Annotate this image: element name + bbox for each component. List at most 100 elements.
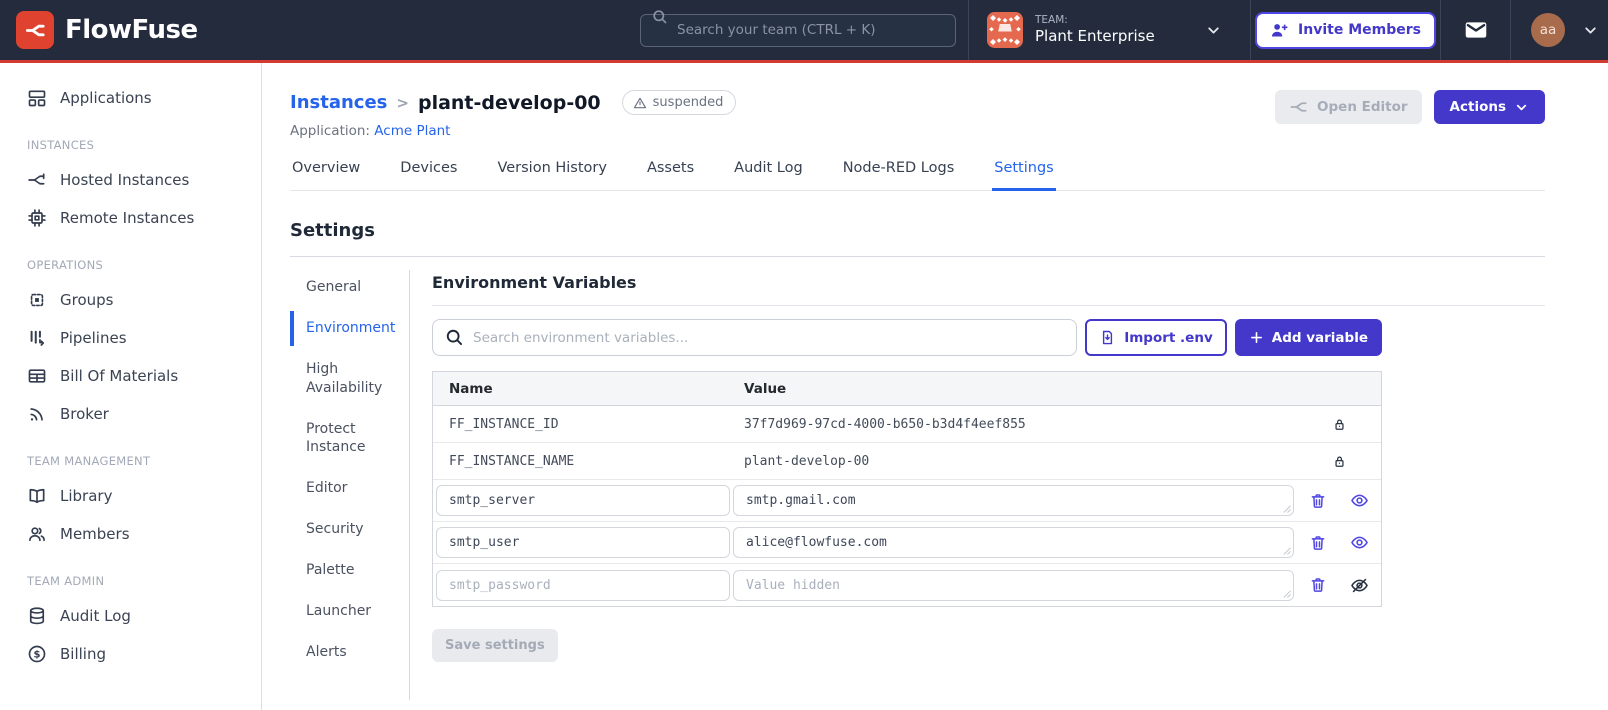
table-row: FF_INSTANCE_ID 37f7d969-97cd-4000-b650-b… — [433, 406, 1381, 443]
sidebar-section-instances: INSTANCES — [27, 138, 95, 152]
table-row: FF_INSTANCE_NAME plant-develop-00 — [433, 443, 1381, 480]
settings-nav-palette[interactable]: Palette — [290, 553, 409, 588]
user-plus-icon — [1270, 21, 1289, 40]
chevron-down-icon — [1514, 100, 1529, 115]
sidebar-item-label: Groups — [60, 291, 114, 309]
open-editor-button[interactable]: Open Editor — [1275, 90, 1422, 124]
settings-nav-security[interactable]: Security — [290, 512, 409, 547]
sidebar-item-pipelines[interactable]: Pipelines — [0, 319, 261, 357]
invite-members-label: Invite Members — [1298, 22, 1421, 38]
env-name-input[interactable] — [436, 569, 730, 601]
save-settings-button[interactable]: Save settings — [432, 629, 558, 662]
sidebar-item-hosted-instances[interactable]: Hosted Instances — [0, 161, 261, 199]
instance-title-block: Instances > plant-develop-00 suspended A… — [290, 90, 737, 139]
sidebar-item-billing[interactable]: $ Billing — [0, 635, 261, 673]
brand[interactable]: FlowFuse — [0, 0, 214, 60]
top-navbar: FlowFuse TEAM: Plant Enterp — [0, 0, 1608, 63]
team-text: TEAM: Plant Enterprise — [1035, 14, 1155, 46]
show-value-button[interactable] — [1350, 533, 1369, 552]
sidebar-item-broker[interactable]: Broker — [0, 395, 261, 433]
invite-members-button[interactable]: Invite Members — [1255, 11, 1436, 49]
env-search-input[interactable] — [432, 319, 1078, 356]
delete-variable-button[interactable] — [1309, 576, 1327, 594]
settings-body: General Environment High Availability Pr… — [290, 270, 1545, 700]
team-search-input[interactable] — [640, 13, 956, 47]
mail-icon — [1463, 17, 1489, 43]
search-icon — [444, 327, 464, 347]
table-row — [433, 522, 1381, 564]
sidebar-item-members[interactable]: Members — [0, 515, 261, 553]
settings-nav-environment[interactable]: Environment — [290, 310, 409, 346]
env-value-input[interactable] — [733, 527, 1294, 558]
status-badge: suspended — [621, 90, 737, 115]
sidebar-item-bill-of-materials[interactable]: Bill Of Materials — [0, 357, 261, 395]
page-title: plant-develop-00 — [417, 91, 601, 114]
eye-icon — [1350, 491, 1369, 510]
sidebar-item-remote-instances[interactable]: Remote Instances — [0, 199, 261, 237]
trash-icon — [1309, 492, 1327, 510]
env-name: FF_INSTANCE_ID — [449, 416, 559, 432]
add-variable-button[interactable]: Add variable — [1234, 319, 1382, 356]
applications-icon — [27, 88, 47, 108]
delete-variable-button[interactable] — [1309, 492, 1327, 510]
env-value-input[interactable] — [733, 485, 1294, 516]
settings-divider — [290, 256, 1545, 257]
instance-tabs: Overview Devices Version History Assets … — [290, 160, 1545, 191]
column-header-name: Name — [449, 380, 493, 397]
tab-overview[interactable]: Overview — [290, 160, 362, 190]
warning-triangle-icon — [633, 96, 647, 110]
sidebar-item-audit-log[interactable]: Audit Log — [0, 597, 261, 635]
navbar-spacer — [214, 0, 640, 60]
status-badge-label: suspended — [652, 95, 724, 110]
open-editor-label: Open Editor — [1317, 99, 1408, 115]
sidebar-item-label: Library — [60, 487, 113, 505]
env-name-input[interactable] — [436, 485, 730, 516]
settings-nav-alerts[interactable]: Alerts — [290, 635, 409, 670]
avatar: aa — [1531, 13, 1565, 47]
column-header-value: Value — [744, 380, 787, 397]
sidebar-item-label: Remote Instances — [60, 209, 195, 227]
team-selector[interactable]: TEAM: Plant Enterprise — [968, 0, 1250, 60]
hide-value-button[interactable] — [1350, 576, 1369, 595]
settings-nav-protect-instance[interactable]: Protect Instance — [290, 412, 409, 466]
sidebar-item-label: Hosted Instances — [60, 171, 190, 189]
application-line: Application: Acme Plant — [290, 123, 736, 139]
sidebar-item-library[interactable]: Library — [0, 477, 261, 515]
application-link[interactable]: Acme Plant — [374, 123, 450, 139]
sidebar-section-operations: OPERATIONS — [27, 258, 104, 272]
import-env-label: Import .env — [1124, 329, 1213, 346]
svg-text:$: $ — [34, 650, 41, 661]
tab-node-red-logs[interactable]: Node-RED Logs — [841, 160, 957, 190]
user-menu[interactable]: aa — [1510, 0, 1608, 60]
delete-variable-button[interactable] — [1309, 534, 1327, 552]
team-name: Plant Enterprise — [1035, 27, 1155, 46]
sidebar-item-groups[interactable]: Groups — [0, 281, 261, 319]
tab-audit-log[interactable]: Audit Log — [732, 160, 805, 190]
sidebar-item-applications[interactable]: Applications — [0, 79, 261, 117]
notifications-section[interactable] — [1440, 0, 1510, 60]
tab-version-history[interactable]: Version History — [495, 160, 609, 190]
panel-title: Environment Variables — [432, 270, 1545, 306]
sidebar-item-label: Bill Of Materials — [60, 367, 179, 385]
breadcrumb-instances-link[interactable]: Instances — [290, 92, 387, 113]
env-value: plant-develop-00 — [744, 453, 870, 469]
settings-nav-editor[interactable]: Editor — [290, 471, 409, 506]
settings-nav-launcher[interactable]: Launcher — [290, 594, 409, 629]
env-value-input[interactable] — [733, 569, 1294, 601]
audit-log-icon — [27, 606, 47, 626]
search-icon — [651, 8, 668, 25]
env-name-input[interactable] — [436, 527, 730, 558]
sidebar: Applications INSTANCES Hosted Instances … — [0, 63, 262, 710]
sidebar-item-label: Members — [60, 525, 130, 543]
import-env-button[interactable]: Import .env — [1085, 319, 1227, 356]
settings-nav-high-availability[interactable]: High Availability — [290, 352, 409, 406]
settings-nav-general[interactable]: General — [290, 270, 409, 305]
tab-settings[interactable]: Settings — [992, 160, 1056, 191]
table-row — [433, 480, 1381, 522]
members-icon — [27, 524, 47, 544]
tab-devices[interactable]: Devices — [398, 160, 459, 190]
tab-assets[interactable]: Assets — [645, 160, 696, 190]
actions-button[interactable]: Actions — [1433, 90, 1545, 124]
env-value: 37f7d969-97cd-4000-b650-b3d4f4eef855 — [744, 416, 1026, 432]
show-value-button[interactable] — [1350, 491, 1369, 510]
